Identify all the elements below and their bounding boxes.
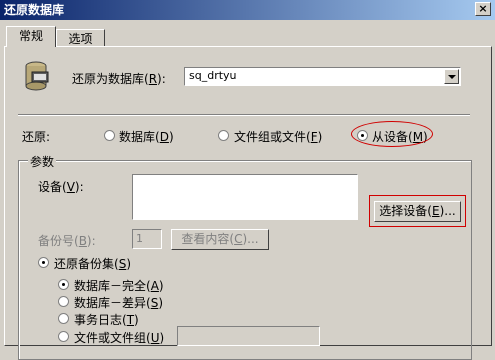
radio-filegroup-label[interactable]: 文件组或文件(F) [234, 128, 322, 145]
highlight-rect [369, 195, 466, 227]
restore-backup-set-label[interactable]: 还原备份集(S) [54, 255, 131, 272]
close-icon[interactable]: × [475, 2, 491, 16]
backup-number-field: 1 [132, 229, 162, 249]
restore-from-label: 还原: [22, 130, 51, 144]
radio-txn-log[interactable] [58, 313, 69, 324]
radio-db-diff[interactable] [58, 296, 69, 307]
backup-number-label: 备份号(B): [38, 234, 96, 248]
window-title: 还原数据库 [4, 3, 65, 17]
db-diff-label[interactable]: 数据库－差异(S) [74, 294, 163, 311]
radio-database-label[interactable]: 数据库(D) [119, 128, 174, 145]
radio-filegroup[interactable] [218, 130, 229, 141]
restore-as-database-value: sq_drtyu [189, 69, 237, 82]
radio-db-full[interactable] [58, 279, 69, 290]
view-contents-button: 查看内容(C)... [171, 229, 269, 250]
txn-log-label[interactable]: 事务日志(T) [74, 311, 139, 328]
device-list[interactable] [132, 174, 358, 220]
file-filegroup-label[interactable]: 文件或文件组(U) [74, 329, 164, 346]
radio-database[interactable] [104, 130, 115, 141]
params-legend: 参数 [28, 153, 57, 170]
highlight-ellipse [351, 121, 433, 147]
title-bar: 还原数据库 × [0, 0, 495, 20]
restore-as-label: 还原为数据库(R): [72, 72, 166, 86]
restore-as-database-select[interactable]: sq_drtyu [184, 67, 461, 86]
database-icon [24, 60, 52, 92]
file-filegroup-field [177, 326, 320, 346]
radio-file-filegroup[interactable] [58, 331, 69, 342]
tab-options[interactable]: 选项 [56, 29, 105, 47]
tab-options-label: 选项 [68, 32, 93, 46]
tab-general[interactable]: 常规 [6, 26, 56, 47]
chevron-down-icon[interactable] [444, 69, 459, 84]
radio-restore-backup-set[interactable] [38, 257, 49, 268]
tab-general-label: 常规 [18, 29, 43, 43]
device-label: 设备(V): [38, 180, 84, 194]
db-full-label[interactable]: 数据库－完全(A) [74, 277, 164, 294]
separator [18, 114, 470, 116]
